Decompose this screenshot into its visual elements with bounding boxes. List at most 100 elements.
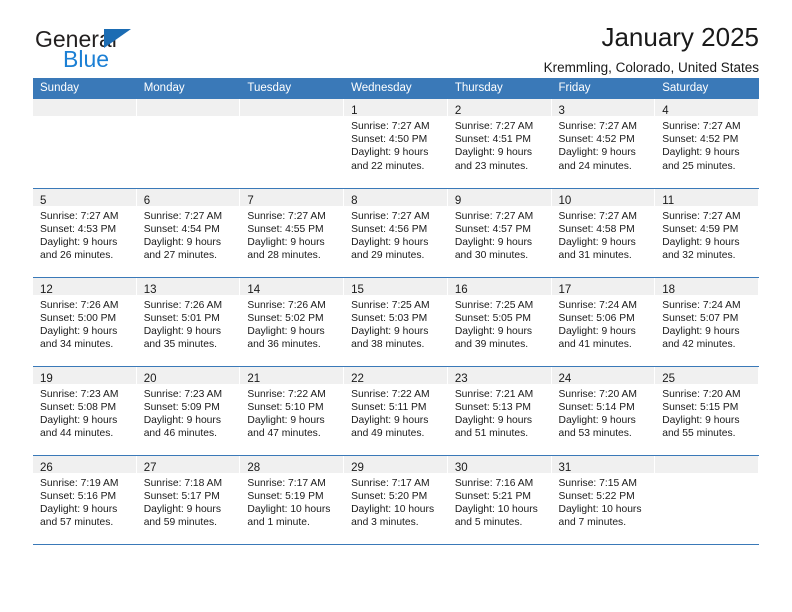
sunrise-text: Sunrise: 7:25 AM bbox=[454, 299, 534, 311]
day-number-band: 27 bbox=[136, 455, 241, 474]
day-cell[interactable]: 3 Sunrise: 7:27 AM Sunset: 4:52 PM Daylight… bbox=[551, 99, 656, 189]
daylight-text-line2: and 24 minutes. bbox=[558, 160, 632, 172]
day-details: Sunrise: 7:27 AM Sunset: 4:53 PM Daylight:… bbox=[33, 206, 137, 263]
day-details: Sunrise: 7:27 AM Sunset: 4:55 PM Daylight:… bbox=[240, 206, 344, 263]
day-number: 11 bbox=[662, 194, 675, 207]
daylight-text-line1: Daylight: 9 hours bbox=[558, 147, 636, 159]
day-details: Sunrise: 7:26 AM Sunset: 5:02 PM Daylight:… bbox=[240, 295, 344, 352]
sunset-text: Sunset: 5:01 PM bbox=[143, 312, 220, 324]
day-details: Sunrise: 7:22 AM Sunset: 5:11 PM Daylight:… bbox=[344, 384, 448, 441]
generalblue-logo[interactable]: General Blue bbox=[35, 26, 225, 78]
sunset-text: Sunset: 5:10 PM bbox=[247, 401, 324, 413]
day-number-band: 19 bbox=[33, 366, 137, 385]
day-cell[interactable]: 25 Sunrise: 7:20 AM Sunset: 5:15 PM Dayligh… bbox=[655, 366, 759, 456]
day-cell[interactable]: 9 Sunrise: 7:27 AM Sunset: 4:57 PM Daylight… bbox=[447, 188, 552, 278]
day-number: 14 bbox=[247, 283, 261, 296]
day-cell[interactable]: 23 Sunrise: 7:21 AM Sunset: 5:13 PM Dayligh… bbox=[447, 366, 552, 456]
day-cell[interactable]: 22 Sunrise: 7:22 AM Sunset: 5:11 PM Dayligh… bbox=[344, 366, 448, 456]
sunset-text: Sunset: 5:08 PM bbox=[40, 401, 117, 413]
daylight-text-line2: and 5 minutes. bbox=[454, 517, 523, 529]
sunset-text: Sunset: 4:54 PM bbox=[143, 223, 220, 235]
daylight-text-line2: and 59 minutes. bbox=[143, 517, 217, 529]
day-cell[interactable]: 28 Sunrise: 7:17 AM Sunset: 5:19 PM Dayligh… bbox=[240, 455, 345, 545]
day-number-band: 30 bbox=[447, 455, 552, 474]
day-number-band: 25 bbox=[655, 366, 759, 385]
title-block: January 2025 Kremmling, Colorado, United… bbox=[544, 22, 759, 76]
day-cell[interactable]: 24 Sunrise: 7:20 AM Sunset: 5:14 PM Dayligh… bbox=[551, 366, 656, 456]
day-number: 25 bbox=[662, 372, 676, 385]
day-details: Sunrise: 7:27 AM Sunset: 4:52 PM Daylight:… bbox=[655, 116, 759, 173]
day-cell[interactable]: 27 Sunrise: 7:18 AM Sunset: 5:17 PM Dayligh… bbox=[136, 455, 241, 545]
day-number: 8 bbox=[351, 194, 358, 207]
day-cell[interactable]: 12 Sunrise: 7:26 AM Sunset: 5:00 PM Dayligh… bbox=[33, 277, 137, 367]
daylight-text-line1: Daylight: 9 hours bbox=[247, 236, 325, 248]
day-number-band: 12 bbox=[33, 277, 137, 296]
day-cell[interactable] bbox=[240, 99, 345, 189]
day-cell[interactable] bbox=[136, 99, 241, 189]
day-number: 5 bbox=[40, 194, 47, 207]
day-cell[interactable]: 19 Sunrise: 7:23 AM Sunset: 5:08 PM Dayligh… bbox=[33, 366, 137, 456]
day-cell[interactable]: 20 Sunrise: 7:23 AM Sunset: 5:09 PM Dayligh… bbox=[136, 366, 241, 456]
day-details: Sunrise: 7:26 AM Sunset: 5:00 PM Daylight:… bbox=[33, 295, 137, 352]
weekday-header-row: Sunday Monday Tuesday Wednesday Thursday… bbox=[33, 78, 759, 99]
day-cell[interactable]: 11 Sunrise: 7:27 AM Sunset: 4:59 PM Dayligh… bbox=[655, 188, 759, 278]
day-number-band: 10 bbox=[551, 188, 656, 207]
day-number-band bbox=[136, 99, 241, 116]
sunrise-text: Sunrise: 7:27 AM bbox=[351, 121, 430, 132]
day-number: 30 bbox=[454, 461, 468, 474]
day-cell[interactable] bbox=[33, 99, 137, 189]
day-details: Sunrise: 7:26 AM Sunset: 5:01 PM Daylight:… bbox=[137, 295, 241, 352]
day-cell[interactable]: 29 Sunrise: 7:17 AM Sunset: 5:20 PM Dayligh… bbox=[344, 455, 448, 545]
sunrise-text: Sunrise: 7:21 AM bbox=[454, 388, 534, 400]
day-number: 1 bbox=[351, 105, 358, 117]
sunrise-text: Sunrise: 7:27 AM bbox=[558, 210, 637, 222]
day-cell[interactable]: 18 Sunrise: 7:24 AM Sunset: 5:07 PM Dayligh… bbox=[655, 277, 759, 367]
sunrise-text: Sunrise: 7:27 AM bbox=[454, 210, 534, 222]
day-cell[interactable]: 10 Sunrise: 7:27 AM Sunset: 4:58 PM Dayligh… bbox=[551, 188, 656, 278]
day-cell[interactable]: 30 Sunrise: 7:16 AM Sunset: 5:21 PM Dayligh… bbox=[447, 455, 552, 545]
day-cell[interactable]: 15 Sunrise: 7:25 AM Sunset: 5:03 PM Dayligh… bbox=[344, 277, 448, 367]
daylight-text-line1: Daylight: 9 hours bbox=[558, 414, 636, 426]
sunrise-text: Sunrise: 7:17 AM bbox=[351, 477, 430, 489]
sunset-text: Sunset: 5:20 PM bbox=[351, 490, 428, 502]
sunset-text: Sunset: 4:51 PM bbox=[454, 134, 531, 146]
day-number-band: 8 bbox=[344, 188, 448, 207]
daylight-text-line1: Daylight: 9 hours bbox=[351, 236, 429, 248]
day-cell[interactable]: 1 Sunrise: 7:27 AM Sunset: 4:50 PM Daylight… bbox=[344, 99, 448, 189]
day-cell[interactable]: 4 Sunrise: 7:27 AM Sunset: 4:52 PM Daylight… bbox=[655, 99, 759, 189]
page-header: General Blue January 2025 Kremmling, Col… bbox=[33, 0, 759, 78]
day-cell[interactable]: 2 Sunrise: 7:27 AM Sunset: 4:51 PM Daylight… bbox=[447, 99, 552, 189]
day-cell[interactable]: 17 Sunrise: 7:24 AM Sunset: 5:06 PM Dayligh… bbox=[551, 277, 656, 367]
day-cell[interactable]: 13 Sunrise: 7:26 AM Sunset: 5:01 PM Dayligh… bbox=[136, 277, 241, 367]
day-cell[interactable]: 31 Sunrise: 7:15 AM Sunset: 5:22 PM Dayligh… bbox=[551, 455, 656, 545]
day-cell[interactable]: 14 Sunrise: 7:26 AM Sunset: 5:02 PM Dayligh… bbox=[240, 277, 345, 367]
day-number-band bbox=[33, 99, 137, 116]
sunrise-text: Sunrise: 7:27 AM bbox=[662, 121, 741, 132]
day-details: Sunrise: 7:27 AM Sunset: 4:54 PM Daylight:… bbox=[137, 206, 241, 263]
day-number-band: 16 bbox=[447, 277, 552, 296]
day-number-band: 24 bbox=[551, 366, 656, 385]
sunset-text: Sunset: 5:13 PM bbox=[454, 401, 531, 413]
day-cell[interactable]: 21 Sunrise: 7:22 AM Sunset: 5:10 PM Dayligh… bbox=[240, 366, 345, 456]
day-cell[interactable]: 16 Sunrise: 7:25 AM Sunset: 5:05 PM Dayligh… bbox=[447, 277, 552, 367]
day-cell[interactable]: 8 Sunrise: 7:27 AM Sunset: 4:56 PM Daylight… bbox=[344, 188, 448, 278]
day-cell[interactable]: 26 Sunrise: 7:19 AM Sunset: 5:16 PM Dayligh… bbox=[33, 455, 137, 545]
day-details: Sunrise: 7:25 AM Sunset: 5:05 PM Daylight:… bbox=[448, 295, 552, 352]
sunrise-text: Sunrise: 7:26 AM bbox=[40, 299, 119, 311]
daylight-text-line2: and 23 minutes. bbox=[454, 160, 529, 172]
sunset-text: Sunset: 5:22 PM bbox=[558, 490, 635, 502]
daylight-text-line1: Daylight: 9 hours bbox=[662, 414, 740, 426]
day-cell[interactable] bbox=[655, 455, 759, 545]
sunset-text: Sunset: 5:19 PM bbox=[247, 490, 324, 502]
sunset-text: Sunset: 4:58 PM bbox=[558, 223, 635, 235]
sunrise-text: Sunrise: 7:24 AM bbox=[662, 299, 741, 311]
daylight-text-line1: Daylight: 9 hours bbox=[247, 325, 325, 337]
daylight-text-line1: Daylight: 10 hours bbox=[351, 503, 435, 515]
day-number: 19 bbox=[40, 372, 53, 385]
weekday-monday: Monday bbox=[136, 78, 241, 99]
day-cell[interactable]: 7 Sunrise: 7:27 AM Sunset: 4:55 PM Daylight… bbox=[240, 188, 345, 278]
day-cell[interactable]: 5 Sunrise: 7:27 AM Sunset: 4:53 PM Daylight… bbox=[33, 188, 137, 278]
day-cell[interactable]: 6 Sunrise: 7:27 AM Sunset: 4:54 PM Daylight… bbox=[136, 188, 241, 278]
daylight-text-line2: and 25 minutes. bbox=[662, 160, 736, 172]
weekday-thursday: Thursday bbox=[447, 78, 552, 99]
